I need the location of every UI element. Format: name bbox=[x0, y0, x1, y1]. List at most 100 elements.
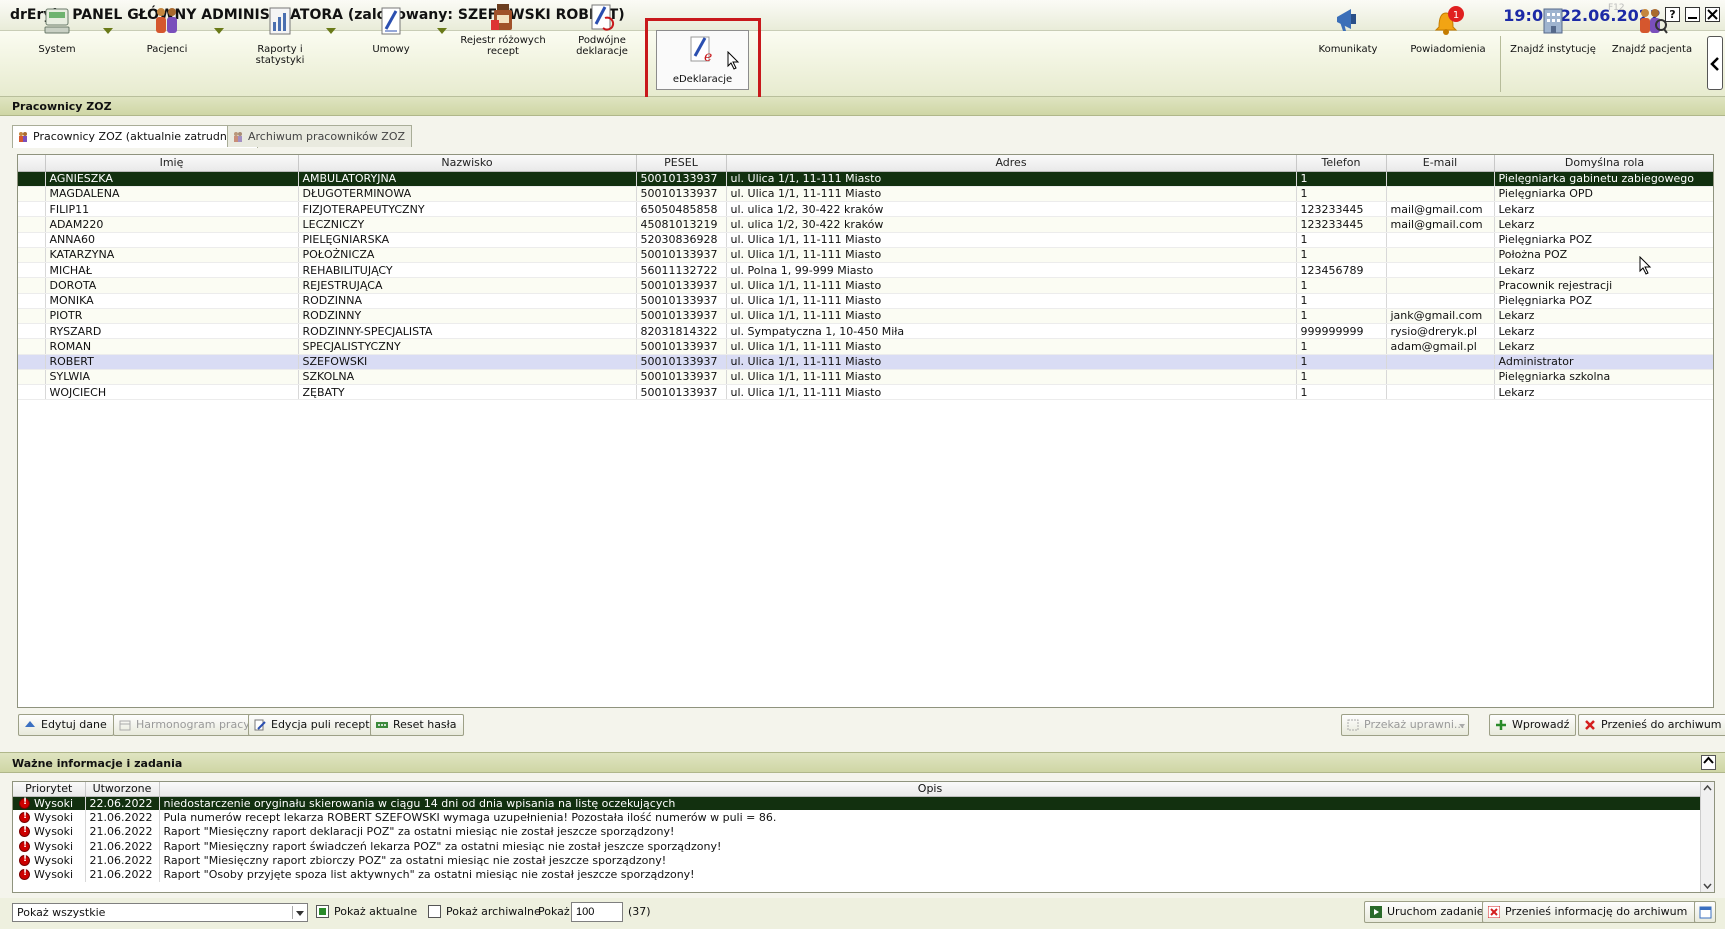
cell-priorytet[interactable]: Wysoki bbox=[13, 796, 86, 811]
cell-telefon[interactable]: 999999999 bbox=[1296, 323, 1387, 340]
cell-rola[interactable]: Administrator bbox=[1494, 354, 1713, 370]
cell-adres[interactable]: ul. ulica 1/2, 30-422 kraków bbox=[726, 201, 1297, 218]
cell-email[interactable] bbox=[1386, 262, 1495, 279]
row-indicator[interactable] bbox=[18, 216, 46, 233]
cell-pesel[interactable]: 50010133937 bbox=[636, 308, 727, 325]
cell-pesel[interactable]: 50010133937 bbox=[636, 293, 727, 309]
cell-imie[interactable]: WOJCIECH bbox=[45, 384, 299, 401]
cell-priorytet[interactable]: Wysoki bbox=[13, 853, 86, 868]
table-row[interactable]: FILIP11 FIZJOTERAPEUTYCZNY 65050485858 ul. … bbox=[18, 201, 1713, 218]
cell-adres[interactable]: ul. Ulica 1/1, 11-111 Miasto bbox=[726, 277, 1297, 294]
table-row[interactable]: ANNA60 PIELĘGNIARSKA 52030836928 ul. Ulica … bbox=[18, 232, 1713, 248]
cell-telefon[interactable]: 1 bbox=[1296, 232, 1387, 248]
cell-telefon[interactable]: 1 bbox=[1296, 293, 1387, 309]
cell-email[interactable] bbox=[1386, 384, 1495, 401]
archive-info-button[interactable]: Przenieś informację do archiwum bbox=[1482, 901, 1707, 923]
edit-data-button[interactable]: Edytuj dane bbox=[18, 714, 114, 736]
column-header-telefon[interactable]: Telefon bbox=[1296, 155, 1387, 172]
cell-telefon[interactable]: 1 bbox=[1296, 171, 1387, 187]
cell-utworzone[interactable]: 21.06.2022 bbox=[85, 824, 160, 839]
toolbar-podwojne[interactable]: Podwójne deklaracje bbox=[560, 2, 644, 62]
toolbar-raporty[interactable]: Raporty i statystyki bbox=[234, 2, 326, 66]
cell-priorytet[interactable]: Wysoki bbox=[13, 824, 86, 839]
table-row[interactable]: WOJCIECH ZĘBATY 50010133937 ul. Ulica 1/1, … bbox=[18, 384, 1713, 401]
employees-grid[interactable]: Imię Nazwisko PESEL Adres Telefon E-mail… bbox=[17, 154, 1714, 708]
table-row[interactable]: RYSZARD RODZINNY-SPECJALISTA 82031814322 ul… bbox=[18, 323, 1713, 340]
cell-utworzone[interactable]: 21.06.2022 bbox=[85, 838, 160, 854]
cell-nazwisko[interactable]: PIELĘGNIARSKA bbox=[298, 232, 637, 248]
toolbar-rejestr[interactable]: Rejestr różowych recept bbox=[456, 2, 550, 62]
cell-imie[interactable]: MONIKA bbox=[45, 293, 299, 309]
column-header-opis[interactable]: Opis bbox=[159, 782, 1702, 797]
cell-opis[interactable]: Pula numerów recept lekarza ROBERT SZEFO… bbox=[159, 810, 1702, 825]
cell-email[interactable]: jank@gmail.com bbox=[1386, 308, 1495, 325]
cell-nazwisko[interactable]: SPECJALISTYCZNY bbox=[298, 338, 637, 355]
column-header-adres[interactable]: Adres bbox=[726, 155, 1297, 172]
cell-email[interactable] bbox=[1386, 247, 1495, 264]
cell-rola[interactable]: Pracownik rejestracji bbox=[1494, 277, 1713, 294]
cell-nazwisko[interactable]: REJESTRUJĄCA bbox=[298, 277, 637, 294]
cell-utworzone[interactable]: 22.06.2022 bbox=[85, 796, 160, 811]
contracts-dropdown-arrow[interactable] bbox=[437, 28, 447, 34]
cell-adres[interactable]: ul. Ulica 1/1, 11-111 Miasto bbox=[726, 369, 1297, 386]
cell-nazwisko[interactable]: LECZNICZY bbox=[298, 216, 637, 233]
cell-nazwisko[interactable]: REHABILITUJĄCY bbox=[298, 262, 637, 279]
cell-nazwisko[interactable]: SZKOLNA bbox=[298, 369, 637, 386]
table-row[interactable]: DOROTA REJESTRUJĄCA 50010133937 ul. Ulica 1… bbox=[18, 277, 1713, 294]
cell-nazwisko[interactable]: RODZINNY-SPECJALISTA bbox=[298, 323, 637, 340]
patients-dropdown-arrow[interactable] bbox=[214, 28, 224, 34]
filter-select[interactable]: Pokaż wszystkie bbox=[12, 903, 308, 922]
cell-imie[interactable]: KATARZYNA bbox=[45, 247, 299, 264]
toolbar-edeklaracje[interactable]: e eDeklaracje bbox=[656, 30, 749, 90]
cell-opis[interactable]: Raport "Miesięczny raport deklaracji POZ… bbox=[159, 824, 1702, 839]
cell-nazwisko[interactable]: DŁUGOTERMINOWA bbox=[298, 186, 637, 203]
cell-email[interactable] bbox=[1386, 232, 1495, 248]
cell-email[interactable]: mail@gmail.com bbox=[1386, 216, 1495, 233]
run-task-button[interactable]: Uruchom zadanie bbox=[1364, 901, 1491, 923]
cell-rola[interactable]: Lekarz bbox=[1494, 308, 1713, 325]
tab-current-employees[interactable]: Pracownicy ZOZ (aktualnie zatrudnieni) bbox=[12, 125, 258, 148]
row-indicator[interactable] bbox=[18, 232, 46, 248]
task-row[interactable]: Wysoki 21.06.2022Raport "Osoby przyjęte s… bbox=[13, 867, 1702, 882]
cell-rola[interactable]: Lekarz bbox=[1494, 262, 1713, 279]
row-indicator[interactable] bbox=[18, 293, 46, 309]
column-header-priorytet[interactable]: Priorytet bbox=[13, 782, 86, 797]
cell-rola[interactable]: Lekarz bbox=[1494, 323, 1713, 340]
reset-password-button[interactable]: Reset hasła bbox=[370, 714, 464, 736]
cell-nazwisko[interactable]: AMBULATORYJNA bbox=[298, 171, 637, 187]
cell-adres[interactable]: ul. Ulica 1/1, 11-111 Miasto bbox=[726, 384, 1297, 401]
collapse-info-button[interactable] bbox=[1701, 755, 1716, 770]
column-header-email[interactable]: E-mail bbox=[1386, 155, 1495, 172]
cell-pesel[interactable]: 50010133937 bbox=[636, 247, 727, 264]
cell-email[interactable] bbox=[1386, 186, 1495, 203]
toolbar-znajdz-pacjenta[interactable]: F12 Znajdź pacjenta bbox=[1606, 2, 1698, 62]
task-row[interactable]: Wysoki 21.06.2022Raport "Miesięczny rapor… bbox=[13, 853, 1702, 868]
column-header-nazwisko[interactable]: Nazwisko bbox=[298, 155, 637, 172]
cell-nazwisko[interactable]: FIZJOTERAPEUTYCZNY bbox=[298, 201, 637, 218]
row-indicator[interactable] bbox=[18, 308, 46, 325]
column-header-rola[interactable]: Domyślna rola bbox=[1494, 155, 1713, 172]
cell-email[interactable] bbox=[1386, 171, 1495, 187]
row-indicator[interactable] bbox=[18, 338, 46, 355]
cell-pesel[interactable]: 50010133937 bbox=[636, 171, 727, 187]
table-row[interactable]: ROMAN SPECJALISTYCZNY 50010133937 ul. Ulica… bbox=[18, 338, 1713, 355]
table-row[interactable]: PIOTR RODZINNY 50010133937 ul. Ulica 1/1, 1… bbox=[18, 308, 1713, 325]
add-employee-button[interactable]: Wprowadź bbox=[1489, 714, 1577, 736]
task-row[interactable]: Wysoki 21.06.2022Raport "Miesięczny rapor… bbox=[13, 824, 1702, 839]
cell-pesel[interactable]: 50010133937 bbox=[636, 277, 727, 294]
cell-telefon[interactable]: 1 bbox=[1296, 277, 1387, 294]
cell-email[interactable] bbox=[1386, 369, 1495, 386]
row-indicator[interactable] bbox=[18, 323, 46, 340]
show-archived-checkbox[interactable] bbox=[428, 905, 441, 918]
system-dropdown-arrow[interactable] bbox=[103, 28, 113, 34]
row-indicator[interactable] bbox=[18, 262, 46, 279]
cell-nazwisko[interactable]: RODZINNY bbox=[298, 308, 637, 325]
cell-telefon[interactable]: 1 bbox=[1296, 354, 1387, 370]
cell-email[interactable] bbox=[1386, 354, 1495, 370]
table-row[interactable]: MAGDALENA DŁUGOTERMINOWA 50010133937 ul. Ul… bbox=[18, 186, 1713, 203]
cell-nazwisko[interactable]: SZEFOWSKI bbox=[298, 354, 637, 370]
reports-dropdown-arrow[interactable] bbox=[326, 28, 336, 34]
row-indicator[interactable] bbox=[18, 247, 46, 264]
cell-telefon[interactable]: 123233445 bbox=[1296, 216, 1387, 233]
cell-adres[interactable]: ul. Ulica 1/1, 11-111 Miasto bbox=[726, 171, 1297, 187]
